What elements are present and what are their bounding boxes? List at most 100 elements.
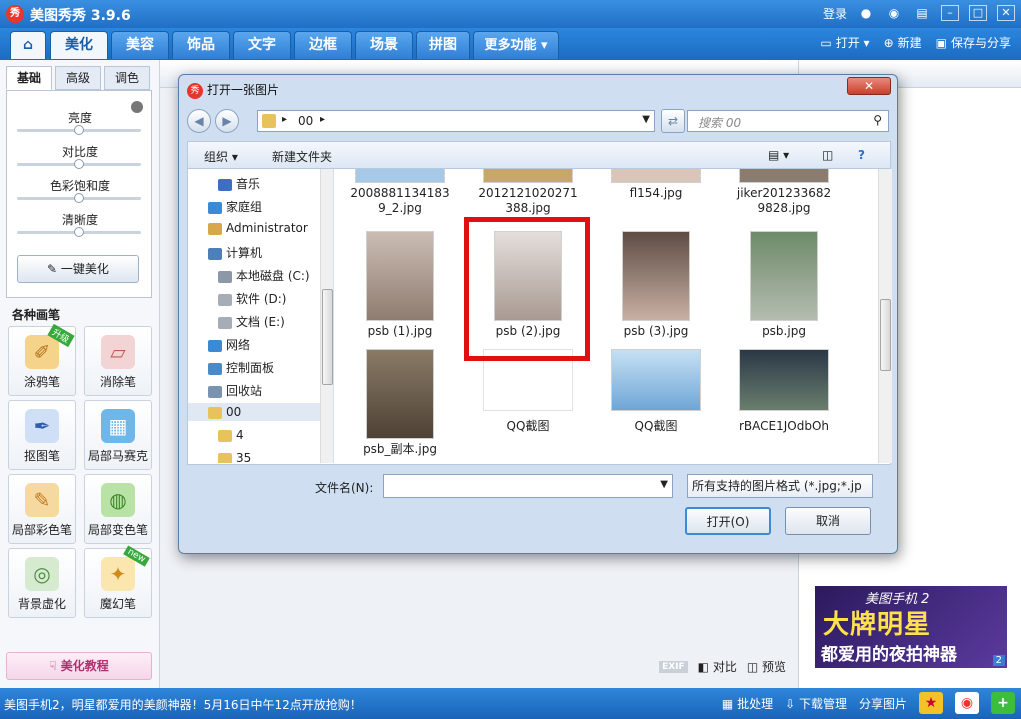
sharpness-slider[interactable]	[17, 227, 141, 237]
eraser-tool[interactable]: ▱ 消除笔	[84, 326, 152, 396]
tree-item-computer[interactable]: 计算机	[208, 244, 262, 261]
file-list-scrollbar[interactable]	[878, 169, 892, 463]
main-tab-bar: ⌂ 美化 美容 饰品 文字 边框 场景 拼图 更多功能 ▾ ▭ 打开 ▾ ⊕ 新建 …	[0, 28, 1021, 60]
exif-button[interactable]: EXIF	[659, 660, 688, 673]
qq-icon[interactable]: ●	[857, 4, 875, 22]
doodle-brush-tool[interactable]: ✐ 涂鸦笔 升级	[8, 323, 76, 396]
subtab-basic[interactable]: 基础	[6, 66, 52, 90]
color-change-tool[interactable]: ◍ 局部变色笔	[84, 474, 152, 544]
preview-button[interactable]: ◫ 预览	[747, 658, 786, 675]
tree-item-folder-35[interactable]: 35	[218, 451, 251, 463]
download-manager-button[interactable]: ⇩ 下载管理	[785, 695, 847, 712]
search-input[interactable]: 搜索 00 ⚲	[687, 110, 889, 132]
minimize-button[interactable]: –	[941, 5, 959, 21]
file-item[interactable]: psb (3).jpg	[596, 231, 716, 339]
star-icon[interactable]: ★	[919, 692, 943, 714]
tree-item-control-panel[interactable]: 控制面板	[208, 359, 274, 376]
file-item[interactable]: psb (1).jpg	[340, 231, 460, 339]
save-icon: ▣	[935, 36, 947, 50]
file-item[interactable]: psb_副本.jpg	[340, 349, 460, 457]
slider-knob[interactable]	[74, 193, 84, 203]
new-button[interactable]: ⊕ 新建	[884, 34, 922, 51]
share-image-button[interactable]: 分享图片	[859, 695, 907, 712]
file-item[interactable]: psb.jpg	[724, 231, 844, 339]
weibo-icon[interactable]: ◉	[885, 4, 903, 22]
filetype-select[interactable]: 所有支持的图片格式 (*.jpg;*.jp	[687, 474, 873, 498]
file-item[interactable]: jiker201233682 9828.jpg	[724, 169, 844, 216]
dialog-close-button[interactable]: ✕	[847, 77, 891, 95]
open-file-button[interactable]: 打开(O)	[685, 507, 771, 535]
tree-item-drive-e[interactable]: 文档 (E:)	[218, 313, 285, 330]
tab-text[interactable]: 文字	[233, 31, 291, 59]
tree-item-drive-d[interactable]: 软件 (D:)	[218, 290, 286, 307]
back-button[interactable]: ◀	[187, 109, 211, 133]
batch-button[interactable]: ▦ 批处理	[722, 695, 773, 712]
tab-accessories[interactable]: 饰品	[172, 31, 230, 59]
tab-border[interactable]: 边框	[294, 31, 352, 59]
file-item[interactable]: 2008881134183 9_2.jpg	[340, 169, 460, 216]
organize-button[interactable]: 组织 ▾	[204, 148, 238, 165]
mosaic-tool[interactable]: ▦ 局部马赛克	[84, 400, 152, 470]
filename-row: 文件名(N): ▼ 所有支持的图片格式 (*.jpg;*.jp	[187, 473, 891, 499]
cutout-pen-tool[interactable]: ✒ 抠图笔	[8, 400, 76, 470]
tree-item-music[interactable]: 音乐	[218, 175, 260, 192]
weibo-icon[interactable]: ◉	[955, 692, 979, 714]
tree-item-folder-00[interactable]: 00	[188, 403, 320, 421]
file-scroll-thumb[interactable]	[880, 299, 891, 371]
subtab-color[interactable]: 调色	[104, 66, 150, 90]
tree-item-administrator[interactable]: Administrator	[208, 221, 308, 235]
slider-knob[interactable]	[74, 125, 84, 135]
login-link[interactable]: 登录	[823, 5, 847, 22]
refresh-button[interactable]: ⇄	[661, 109, 685, 133]
ad-page-indicator[interactable]: 2	[992, 655, 1005, 666]
forward-button[interactable]: ▶	[215, 109, 239, 133]
filename-input[interactable]: ▼	[383, 474, 673, 498]
ad-banner[interactable]: 美图手机 2 大牌明星 都爱用的夜拍神器 2	[815, 586, 1007, 668]
status-message[interactable]: 美图手机2，明星都爱用的美颜神器！5月16日中午12点开放抢购！	[4, 696, 362, 713]
tree-scrollbar[interactable]	[320, 169, 333, 463]
chevron-down-icon[interactable]: ▼	[660, 479, 668, 490]
help-icon[interactable]: ?	[858, 148, 865, 162]
contrast-slider[interactable]	[17, 159, 141, 169]
tree-item-network[interactable]: 网络	[208, 336, 250, 353]
background-blur-tool[interactable]: ◎ 背景虚化	[8, 548, 76, 618]
compare-button[interactable]: ◧ 对比	[698, 658, 737, 675]
address-bar[interactable]: ▸ 00 ▸ ▼	[257, 110, 655, 132]
tree-item-folder-4[interactable]: 4	[218, 428, 244, 442]
view-icon[interactable]: ▤ ▾	[768, 148, 789, 162]
open-button[interactable]: ▭ 打开 ▾	[820, 34, 869, 51]
feedback-icon[interactable]: ▤	[913, 4, 931, 22]
close-window-button[interactable]: ✕	[997, 5, 1015, 21]
file-item[interactable]: 2012121020271 388.jpg	[468, 169, 588, 216]
saturation-slider[interactable]	[17, 193, 141, 203]
tab-beauty[interactable]: 美容	[111, 31, 169, 59]
tree-scroll-thumb[interactable]	[322, 289, 333, 385]
file-item[interactable]: fl154.jpg	[596, 169, 716, 201]
tab-collage[interactable]: 拼图	[416, 31, 470, 59]
home-tab[interactable]: ⌂	[10, 31, 46, 59]
tree-item-drive-c[interactable]: 本地磁盘 (C:)	[218, 267, 310, 284]
chevron-down-icon[interactable]: ▼	[642, 114, 650, 125]
magic-pen-tool[interactable]: ✦ 魔幻笔 new	[84, 545, 152, 618]
beautify-tutorial-button[interactable]: ☟ 美化教程	[6, 652, 152, 680]
subtab-advanced[interactable]: 高级	[55, 66, 101, 90]
file-item[interactable]: QQ截图	[468, 349, 588, 434]
tree-item-homegroup[interactable]: 家庭组	[208, 198, 262, 215]
file-item[interactable]: QQ截图	[596, 349, 716, 434]
tree-item-recycle-bin[interactable]: 回收站	[208, 382, 262, 399]
preview-pane-icon[interactable]: ◫	[822, 148, 833, 162]
one-key-beautify-button[interactable]: ✎ 一键美化	[17, 255, 139, 283]
cancel-button[interactable]: 取消	[785, 507, 871, 535]
new-folder-button[interactable]: 新建文件夹	[272, 148, 332, 165]
local-color-tool[interactable]: ✎ 局部彩色笔	[8, 474, 76, 544]
tab-scene[interactable]: 场景	[355, 31, 413, 59]
tab-more[interactable]: 更多功能 ▾	[473, 31, 559, 59]
file-item[interactable]: rBACE1JOdbOh	[724, 349, 844, 434]
slider-knob[interactable]	[74, 227, 84, 237]
tab-beautify[interactable]: 美化	[50, 31, 108, 59]
add-icon[interactable]: +	[991, 692, 1015, 714]
maximize-button[interactable]: □	[969, 5, 987, 21]
brightness-slider[interactable]	[17, 125, 141, 135]
save-share-button[interactable]: ▣ 保存与分享	[936, 34, 1011, 51]
slider-knob[interactable]	[74, 159, 84, 169]
